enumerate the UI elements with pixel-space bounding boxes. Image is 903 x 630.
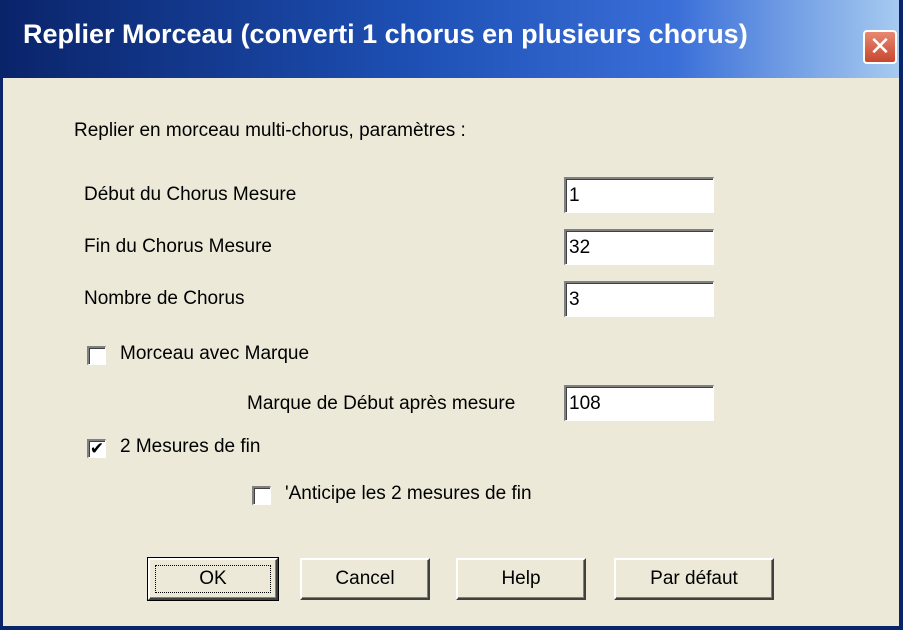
ok-button-label: OK	[199, 568, 227, 589]
form-heading: Replier en morceau multi-chorus, paramèt…	[74, 120, 466, 141]
close-button[interactable]: ✕	[863, 30, 897, 64]
tag-start-input[interactable]	[564, 385, 714, 421]
title-bar[interactable]: Replier Morceau (converti 1 chorus en pl…	[3, 0, 899, 78]
anticipate-checkbox-label: 'Anticipe les 2 mesures de fin	[285, 483, 532, 504]
end-measure-input[interactable]	[564, 229, 714, 265]
tag-checkbox-label: Morceau avec Marque	[120, 343, 310, 364]
help-button-label: Help	[501, 568, 541, 589]
cancel-button[interactable]: Cancel	[300, 558, 430, 600]
ok-button[interactable]: OK	[147, 557, 279, 601]
start-measure-input[interactable]	[564, 177, 714, 213]
start-measure-label: Début du Chorus Mesure	[84, 184, 297, 205]
checkmark-icon: ✔	[89, 439, 105, 458]
tag-start-label: Marque de Début après mesure	[247, 393, 516, 414]
ending-checkbox-label: 2 Mesures de fin	[120, 436, 261, 457]
chorus-count-input[interactable]	[564, 281, 714, 317]
anticipate-checkbox[interactable]	[252, 486, 271, 505]
close-icon: ✕	[869, 31, 891, 61]
ending-checkbox[interactable]: ✔	[87, 439, 106, 458]
dialog-window: Replier Morceau (converti 1 chorus en pl…	[0, 0, 903, 630]
cancel-button-label: Cancel	[335, 568, 395, 589]
help-button[interactable]: Help	[456, 558, 586, 600]
tag-checkbox[interactable]	[87, 346, 106, 365]
default-button-label: Par défaut	[650, 568, 738, 589]
window-title: Replier Morceau (converti 1 chorus en pl…	[23, 19, 748, 49]
chorus-count-label: Nombre de Chorus	[84, 288, 245, 309]
default-button[interactable]: Par défaut	[614, 558, 774, 600]
end-measure-label: Fin du Chorus Mesure	[84, 236, 272, 257]
